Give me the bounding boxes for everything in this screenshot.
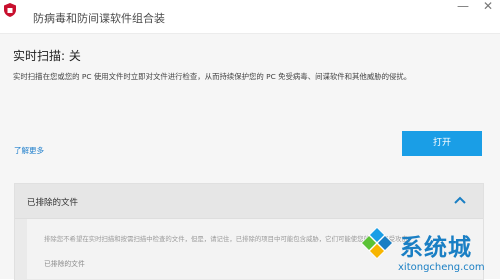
title-bar: 防病毒和防间谍软件组合装 — ✕ <box>0 0 500 34</box>
open-button[interactable]: 打开 <box>402 131 482 156</box>
realtime-scan-description: 实时扫描在您或您的 PC 使用文件时立即对文件进行检查，从而持续保护您的 PC … <box>13 72 412 81</box>
watermark: 系统城 xitongcheng.com <box>358 224 500 279</box>
excluded-files-header[interactable]: 已排除的文件 <box>15 184 483 219</box>
excluded-files-label: 已排除的文件 <box>44 260 85 268</box>
close-button[interactable]: ✕ <box>477 0 499 14</box>
learn-more-link[interactable]: 了解更多 <box>14 145 44 156</box>
realtime-scan-title: 实时扫描: 关 <box>13 49 81 63</box>
minimize-button[interactable]: — <box>452 0 474 14</box>
chevron-up-icon[interactable] <box>453 194 467 206</box>
diamond-logo-icon <box>361 227 393 259</box>
app-title: 防病毒和防间谍软件组合装 <box>33 12 165 25</box>
watermark-url: xitongcheng.com <box>398 262 485 273</box>
watermark-brand: 系统城 <box>400 235 472 261</box>
excluded-files-title: 已排除的文件 <box>27 198 79 208</box>
shield-logo-icon <box>4 3 16 17</box>
